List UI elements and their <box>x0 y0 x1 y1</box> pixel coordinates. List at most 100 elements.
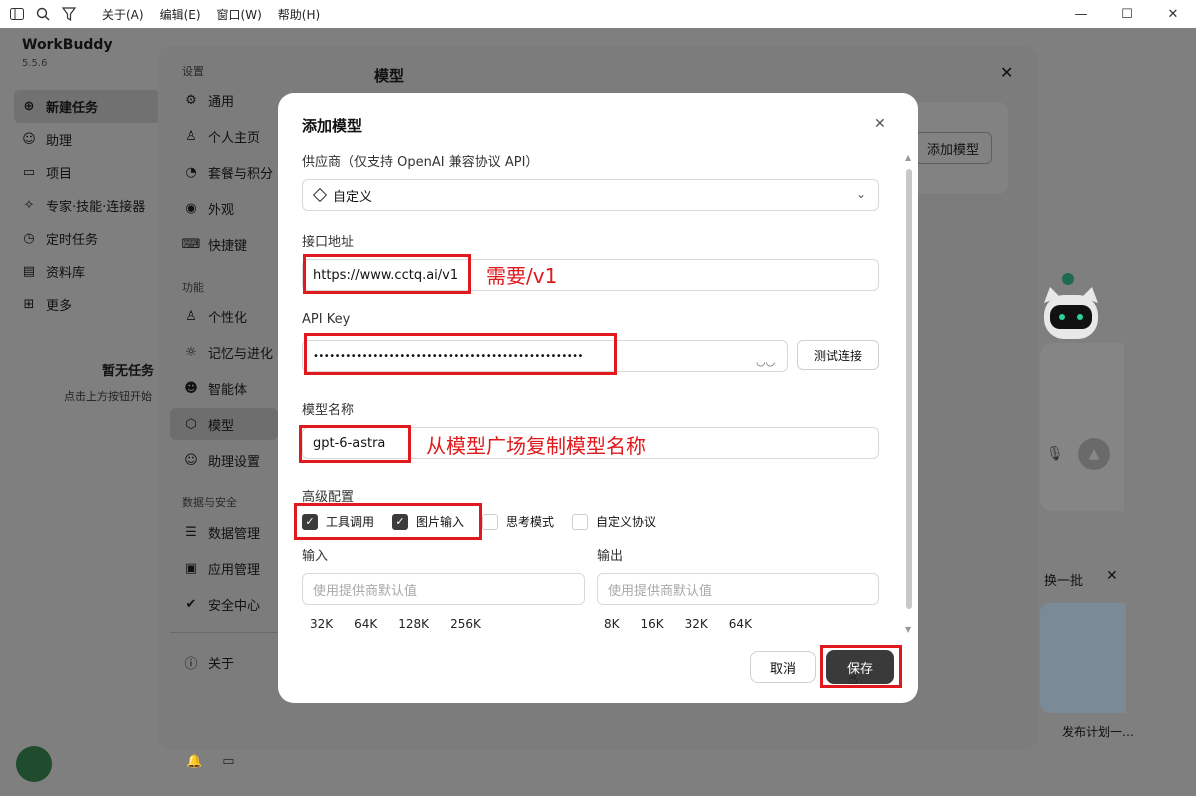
scroll-down-arrow-icon[interactable]: ▼ <box>905 625 911 634</box>
nav-scheduled[interactable]: ◷ 定时任务 <box>14 222 160 255</box>
provider-select[interactable]: 自定义 ⌄ <box>302 179 879 211</box>
menu-help[interactable]: 帮助(H) <box>278 6 320 23</box>
brand-name: WorkBuddy <box>22 37 113 53</box>
settings-item-models[interactable]: ⬡ 模型 <box>170 408 278 440</box>
nav-library[interactable]: ▤ 资料库 <box>14 255 160 288</box>
input-chip-64k[interactable]: 64K <box>354 617 377 631</box>
cancel-button[interactable]: 取消 <box>750 651 816 683</box>
settings-item-plan[interactable]: ◔ 套餐与积分 <box>170 156 278 188</box>
info-icon: ⓘ <box>184 656 198 672</box>
output-tokens-label: 输出 <box>597 549 624 564</box>
suggestion-text[interactable]: 发布计划一… <box>1062 723 1134 740</box>
test-connection-button[interactable]: 测试连接 <box>797 340 879 370</box>
maximize-button[interactable]: ☐ <box>1104 0 1150 28</box>
send-button[interactable]: ▲ <box>1078 438 1110 470</box>
scroll-up-arrow-icon[interactable]: ▲ <box>905 153 911 162</box>
database-icon: ☰ <box>185 524 197 540</box>
settings-item-agents[interactable]: ☻ 智能体 <box>170 372 278 404</box>
settings-item-memory[interactable]: ☼ 记忆与进化 <box>170 336 278 368</box>
settings-item-about[interactable]: ⓘ 关于 <box>170 646 278 678</box>
app-version: 5.5.6 <box>22 58 48 69</box>
output-tokens-placeholder: 使用提供商默认值 <box>608 583 713 599</box>
window-controls: — ☐ ✕ <box>1058 0 1196 28</box>
minimize-button[interactable]: — <box>1058 0 1104 28</box>
user-icon: ♙ <box>185 128 197 144</box>
close-window-button[interactable]: ✕ <box>1150 0 1196 28</box>
dialog-close-icon[interactable]: ✕ <box>874 116 886 132</box>
cube-icon: ⬡ <box>185 416 197 432</box>
filter-icon[interactable] <box>56 1 82 27</box>
settings-item-appearance[interactable]: ◉ 外观 <box>170 192 278 224</box>
assistant-icon: ☺ <box>22 132 36 147</box>
annotation-box-apikey <box>304 333 617 375</box>
menu-window[interactable]: 窗口(W) <box>217 6 262 23</box>
menu-edit[interactable]: 编辑(E) <box>160 6 201 23</box>
annotation-box-save <box>820 645 902 688</box>
input-tokens-field[interactable]: 使用提供商默认值 <box>302 573 585 605</box>
settings-close-icon[interactable]: ✕ <box>1000 63 1013 82</box>
input-tokens-placeholder: 使用提供商默认值 <box>313 583 418 599</box>
add-model-dialog: 添加模型 ✕ 供应商（仅支持 OpenAI 兼容协议 API） 自定义 ⌄ 接口… <box>278 93 918 703</box>
checkbox-custom-protocol[interactable]: 自定义协议 <box>572 513 656 530</box>
nav-experts[interactable]: ✧ 专家·技能·连接器 <box>14 189 160 222</box>
input-chip-256k[interactable]: 256K <box>450 617 481 631</box>
close-suggestions-icon[interactable]: ✕ <box>1106 568 1118 584</box>
input-chip-128k[interactable]: 128K <box>398 617 429 631</box>
input-tokens-label: 输入 <box>302 549 329 564</box>
nav-projects[interactable]: ▭ 项目 <box>14 156 160 189</box>
settings-item-assistant[interactable]: ☺ 助理设置 <box>170 444 278 476</box>
nav-new-task[interactable]: ⊕ 新建任务 <box>14 90 160 123</box>
settings-item-shortcuts[interactable]: ⌨ 快捷键 <box>170 228 278 260</box>
empty-state-subtitle: 点击上方按钮开始 <box>64 390 152 403</box>
output-chip-8k[interactable]: 8K <box>604 617 620 631</box>
settings-item-data[interactable]: ☰ 数据管理 <box>170 516 278 548</box>
checkbox-thinking-mode[interactable]: 思考模式 <box>482 513 554 530</box>
nav-assistant[interactable]: ☺ 助理 <box>14 123 160 156</box>
plus-circle-icon: ⊕ <box>23 99 35 114</box>
settings-item-security[interactable]: ✔ 安全中心 <box>170 588 278 620</box>
checkbox-empty-icon <box>482 513 499 530</box>
chat-icon[interactable]: ▭ <box>222 754 234 769</box>
annotation-box-model-name <box>299 425 411 463</box>
menu-bar: 关于(A) 编辑(E) 窗口(W) 帮助(H) <box>102 6 336 23</box>
menu-about[interactable]: 关于(A) <box>102 6 144 23</box>
output-chip-32k[interactable]: 32K <box>685 617 708 631</box>
annotation-model-note: 从模型广场复制模型名称 <box>426 434 646 458</box>
chat-input-card <box>1040 343 1124 511</box>
diamond-icon <box>312 187 328 203</box>
dialog-scrollbar[interactable] <box>906 169 912 609</box>
apikey-label: API Key <box>302 312 351 327</box>
endpoint-label: 接口地址 <box>302 235 355 250</box>
add-model-button[interactable]: 添加模型 <box>914 132 992 164</box>
eye-hidden-icon[interactable]: ◡◡ <box>756 355 775 368</box>
nav-more[interactable]: ⊞ 更多 <box>14 288 160 321</box>
refresh-batch-button[interactable]: 换一批 <box>1044 570 1083 589</box>
suggestion-illustration[interactable] <box>1040 603 1126 713</box>
search-icon[interactable] <box>30 1 56 27</box>
input-chip-32k[interactable]: 32K <box>310 617 333 631</box>
output-chip-64k[interactable]: 64K <box>729 617 752 631</box>
settings-divider <box>170 632 278 633</box>
settings-page-title: 模型 <box>374 67 405 85</box>
output-tokens-field[interactable]: 使用提供商默认值 <box>597 573 879 605</box>
settings-item-profile[interactable]: ♙ 个人主页 <box>170 120 278 152</box>
annotation-endpoint-note: 需要/v1 <box>486 264 558 288</box>
output-chip-16k[interactable]: 16K <box>641 617 664 631</box>
checkbox-empty-icon <box>572 513 589 530</box>
microphone-icon[interactable]: 🎙 <box>1046 446 1064 462</box>
sidebar-toggle-icon[interactable] <box>4 1 30 27</box>
settings-item-general[interactable]: ⚙ 通用 <box>170 84 278 116</box>
settings-item-personalize[interactable]: ♙ 个性化 <box>170 300 278 332</box>
annotation-box-checkboxes <box>294 503 482 540</box>
settings-bottom-icons: 🔔 ▭ <box>186 754 234 769</box>
settings-sidebar: 设置 ⚙ 通用 ♙ 个人主页 ◔ 套餐与积分 ◉ 外观 ⌨ 快捷键 功能 ♙ 个性化 ☼ 记忆… <box>158 46 278 750</box>
grid-icon: ⊞ <box>23 297 35 312</box>
gear-icon: ⚙ <box>185 92 197 108</box>
input-token-chips: 32K 64K 128K 256K <box>310 617 502 631</box>
empty-state-title: 暂无任务 <box>102 364 155 379</box>
settings-item-apps[interactable]: ▣ 应用管理 <box>170 552 278 584</box>
bell-icon[interactable]: 🔔 <box>186 754 202 769</box>
book-icon: ▤ <box>22 264 36 279</box>
palette-icon: ◉ <box>185 200 197 216</box>
output-token-chips: 8K 16K 32K 64K <box>604 617 773 631</box>
